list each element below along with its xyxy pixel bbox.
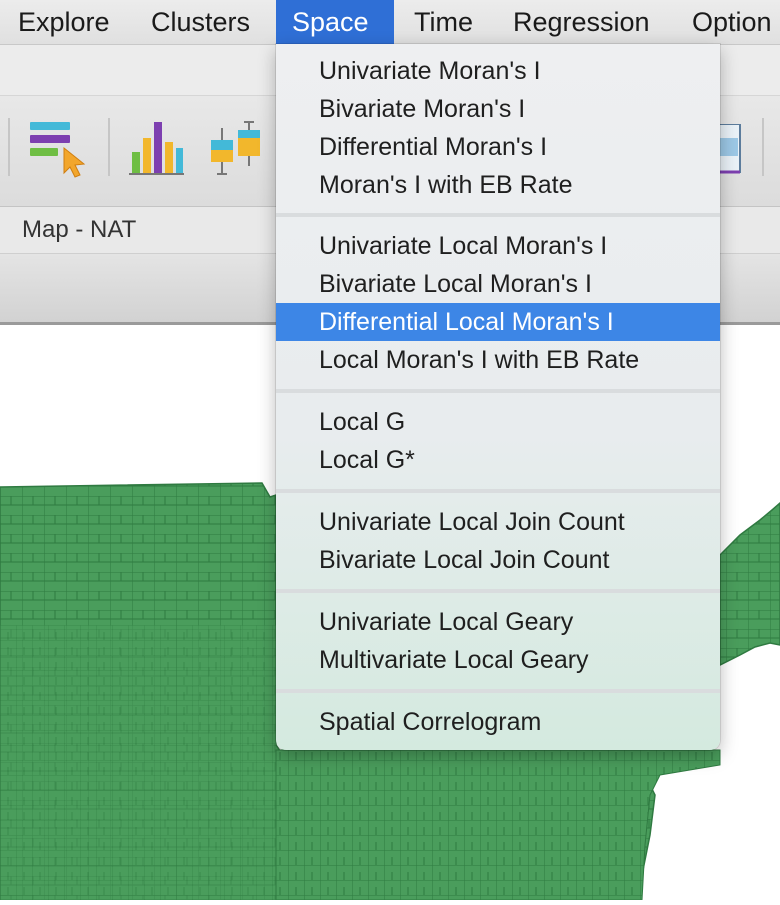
menu-options[interactable]: Option	[676, 0, 780, 44]
toolbar-separator	[108, 118, 110, 176]
menu-item-spatial-correlogram[interactable]: Spatial Correlogram	[276, 703, 720, 741]
histogram-icon[interactable]	[126, 118, 186, 178]
menu-separator	[276, 489, 720, 493]
toolbar-separator	[8, 118, 10, 176]
menu-item-multivariate-local-geary[interactable]: Multivariate Local Geary	[276, 641, 720, 679]
menu-item-local-g[interactable]: Local G	[276, 403, 720, 441]
box-plot-icon[interactable]	[206, 118, 266, 178]
us-landmass-gulf	[275, 749, 721, 901]
menu-item-local-g-star[interactable]: Local G*	[276, 441, 720, 479]
menu-item-differential-local-morans-i[interactable]: Differential Local Moran's I	[276, 303, 720, 341]
menu-explore[interactable]: Explore	[2, 0, 126, 44]
menu-time[interactable]: Time	[398, 0, 489, 44]
menu-separator	[276, 589, 720, 593]
toolbar-separator	[762, 118, 764, 176]
menu-item-local-morans-i-eb-rate[interactable]: Local Moran's I with EB Rate	[276, 341, 720, 379]
menu-item-univariate-local-morans-i[interactable]: Univariate Local Moran's I	[276, 227, 720, 265]
space-menu-dropdown: Univariate Moran's I Bivariate Moran's I…	[276, 44, 720, 750]
menu-item-univariate-local-join-count[interactable]: Univariate Local Join Count	[276, 503, 720, 541]
menu-separator	[276, 389, 720, 393]
menu-item-univariate-morans-i[interactable]: Univariate Moran's I	[276, 52, 720, 90]
menu-item-bivariate-morans-i[interactable]: Bivariate Moran's I	[276, 90, 720, 128]
menu-bar: Explore Clusters Space Time Regression O…	[0, 0, 780, 45]
menu-item-bivariate-local-morans-i[interactable]: Bivariate Local Moran's I	[276, 265, 720, 303]
menu-clusters[interactable]: Clusters	[135, 0, 266, 44]
menu-item-univariate-local-geary[interactable]: Univariate Local Geary	[276, 603, 720, 641]
menu-separator	[276, 213, 720, 217]
menu-regression[interactable]: Regression	[497, 0, 666, 44]
us-landmass-south	[0, 625, 276, 900]
menu-separator	[276, 689, 720, 693]
menu-item-differential-morans-i[interactable]: Differential Moran's I	[276, 128, 720, 166]
menu-item-morans-i-eb-rate[interactable]: Moran's I with EB Rate	[276, 166, 720, 204]
menu-item-bivariate-local-join-count[interactable]: Bivariate Local Join Count	[276, 541, 720, 579]
table-select-icon[interactable]	[28, 118, 88, 178]
window-title: Map - NAT	[22, 216, 137, 243]
menu-space[interactable]: Space	[276, 0, 394, 44]
us-landmass-northeast	[719, 502, 780, 667]
